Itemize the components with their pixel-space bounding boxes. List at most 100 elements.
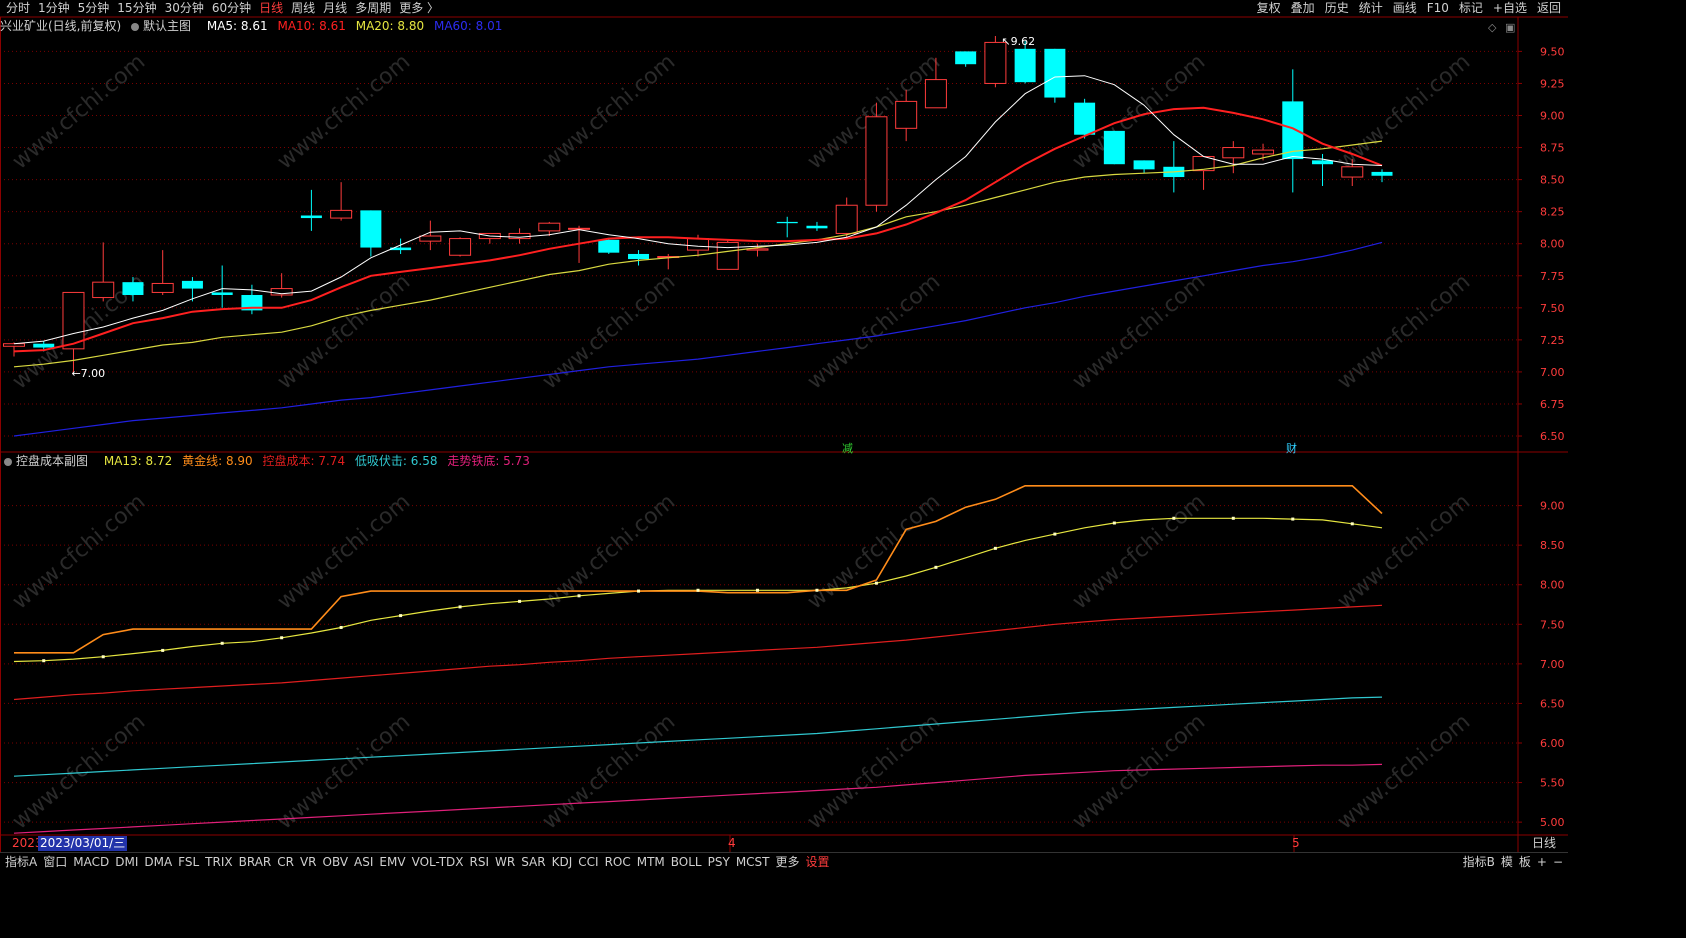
sub-chart-name[interactable]: 控盘成本副图 xyxy=(0,454,98,468)
ma13-dot xyxy=(339,625,343,629)
indicator-tab[interactable]: 设置 xyxy=(803,853,833,872)
indicator-tab[interactable]: FSL xyxy=(175,853,202,872)
template-button[interactable]: 模 xyxy=(1498,853,1516,872)
ma60-line xyxy=(13,241,1383,437)
watermark: www.cfchi.com xyxy=(8,489,150,614)
candle xyxy=(300,189,322,231)
candle-body xyxy=(538,222,561,232)
indicator-tab[interactable]: DMI xyxy=(112,853,141,872)
indicator-tab[interactable]: MACD xyxy=(70,853,112,872)
indicator-tab[interactable]: 指标A xyxy=(2,853,40,872)
indicator-tab[interactable]: SAR xyxy=(518,853,548,872)
watermark: www.cfchi.com xyxy=(538,709,680,834)
candle-body xyxy=(92,281,115,299)
candle xyxy=(360,210,382,257)
indicator-tab[interactable]: VOL-TDX xyxy=(409,853,467,872)
candle-body xyxy=(3,343,25,347)
settings-dot-icon[interactable] xyxy=(4,457,12,466)
watermark: www.cfchi.com xyxy=(538,49,680,174)
ma5-value: MA5: 8.61 xyxy=(206,19,268,33)
indicator-tab[interactable]: WR xyxy=(492,853,518,872)
sub-chart-header: 控盘成本副图 MA13: 8.72 黄金线: 8.90 控盘成本: 7.74 低… xyxy=(0,453,536,469)
candle-body xyxy=(122,282,144,295)
watermark: www.cfchi.com xyxy=(273,269,415,394)
ma13-dot xyxy=(161,648,165,652)
chart-name-label: 默认主图 xyxy=(143,19,192,33)
y-tick-label: 6.50 xyxy=(1540,430,1565,443)
indicator-tab[interactable]: VR xyxy=(297,853,320,872)
candle xyxy=(211,265,233,308)
candle-body xyxy=(895,100,918,129)
template-button[interactable]: − xyxy=(1550,853,1566,872)
indicator-tab[interactable]: KDJ xyxy=(549,853,576,872)
indicator-tab[interactable]: MTM xyxy=(634,853,668,872)
candle-body xyxy=(1074,102,1096,135)
y-tick-label: 7.25 xyxy=(1540,334,1565,347)
candle xyxy=(508,228,531,244)
y-tick-label: 7.50 xyxy=(1540,302,1565,315)
candle xyxy=(955,51,977,67)
stock-title[interactable]: 兴业矿业(日线,前复权) xyxy=(0,19,121,33)
ma13-dot xyxy=(1291,517,1295,521)
ma13-dot xyxy=(1112,521,1116,525)
template-button[interactable]: + xyxy=(1534,853,1550,872)
control-cost-line xyxy=(13,604,1383,701)
candle xyxy=(716,239,739,270)
indicator-tab[interactable]: DMA xyxy=(141,853,175,872)
ma13-value: MA13: 8.72 xyxy=(103,454,173,468)
template-button[interactable]: 指标B xyxy=(1460,853,1498,872)
chart-name[interactable]: 默认主图 xyxy=(131,19,201,33)
candle-body xyxy=(211,292,233,295)
ma13-dot xyxy=(1350,522,1354,526)
indicator-tab[interactable]: TRIX xyxy=(202,853,235,872)
candle xyxy=(806,221,828,231)
candle-body xyxy=(835,204,858,234)
settings-dot-icon[interactable] xyxy=(131,22,140,31)
indicator-tab[interactable]: PSY xyxy=(705,853,733,872)
ma13-dot xyxy=(1053,532,1057,536)
chart-canvas[interactable]: 9.50 9.25 9.00 8.75 8.50 8.25 8.00 7.75 7.50 7.25… xyxy=(0,0,1568,872)
gold-line-value: 黄金线: 8.90 xyxy=(182,454,253,468)
watermark: www.cfchi.com xyxy=(803,269,945,394)
indicator-tab[interactable]: MCST xyxy=(733,853,773,872)
watermark: www.cfchi.com xyxy=(1068,489,1210,614)
indicator-tab[interactable]: 更多 xyxy=(773,853,803,872)
indicator-tab[interactable]: ASI xyxy=(351,853,376,872)
indicator-tabs: 指标A 窗口 MACD DMI DMA FSL TRIX BRAR CR VR OBV ASI EMV V… xyxy=(2,853,833,872)
candle-body xyxy=(419,235,442,242)
candle xyxy=(181,277,203,302)
period-indicator: 日线 xyxy=(1532,836,1557,850)
y-tick-label: 6.00 xyxy=(1540,737,1565,750)
candle-body xyxy=(1341,166,1364,178)
ma13-dot xyxy=(280,636,284,640)
indicator-tab[interactable]: 窗口 xyxy=(40,853,70,872)
candle-body xyxy=(687,238,709,251)
template-controls: 指标B 模板 + − xyxy=(1460,853,1566,872)
candle-body xyxy=(181,280,203,289)
candle xyxy=(151,250,174,295)
indicator-tab[interactable]: CR xyxy=(274,853,297,872)
ma20-value: MA20: 8.80 xyxy=(355,19,425,33)
ma13-dot xyxy=(458,605,462,609)
y-tick-label: 9.00 xyxy=(1540,109,1565,122)
indicator-tab[interactable]: CCI xyxy=(575,853,601,872)
indicator-tab[interactable]: RSI xyxy=(467,853,493,872)
watermark: www.cfchi.com xyxy=(273,49,415,174)
candle-body xyxy=(330,209,353,219)
ma60-value: MA60: 8.01 xyxy=(433,19,503,33)
candle-body xyxy=(776,221,798,224)
indicator-tab[interactable]: BRAR xyxy=(236,853,275,872)
candle-body xyxy=(1252,149,1275,155)
template-button[interactable]: 板 xyxy=(1516,853,1534,872)
ma13-dot xyxy=(220,641,224,645)
candle-body xyxy=(360,210,382,248)
y-tick-label: 8.25 xyxy=(1540,206,1565,219)
main-chart-header: 兴业矿业(日线,前复权) 默认主图 MA5: 8.61 MA10: 8.61 M… xyxy=(0,18,508,34)
indicator-tab[interactable]: EMV xyxy=(376,853,408,872)
candle-body xyxy=(1222,147,1245,159)
y-tick-label: 8.50 xyxy=(1540,174,1565,187)
indicator-tab[interactable]: ROC xyxy=(602,853,634,872)
indicator-tab[interactable]: BOLL xyxy=(668,853,705,872)
y-tick-label: 6.75 xyxy=(1540,398,1565,411)
indicator-tab[interactable]: OBV xyxy=(320,853,352,872)
